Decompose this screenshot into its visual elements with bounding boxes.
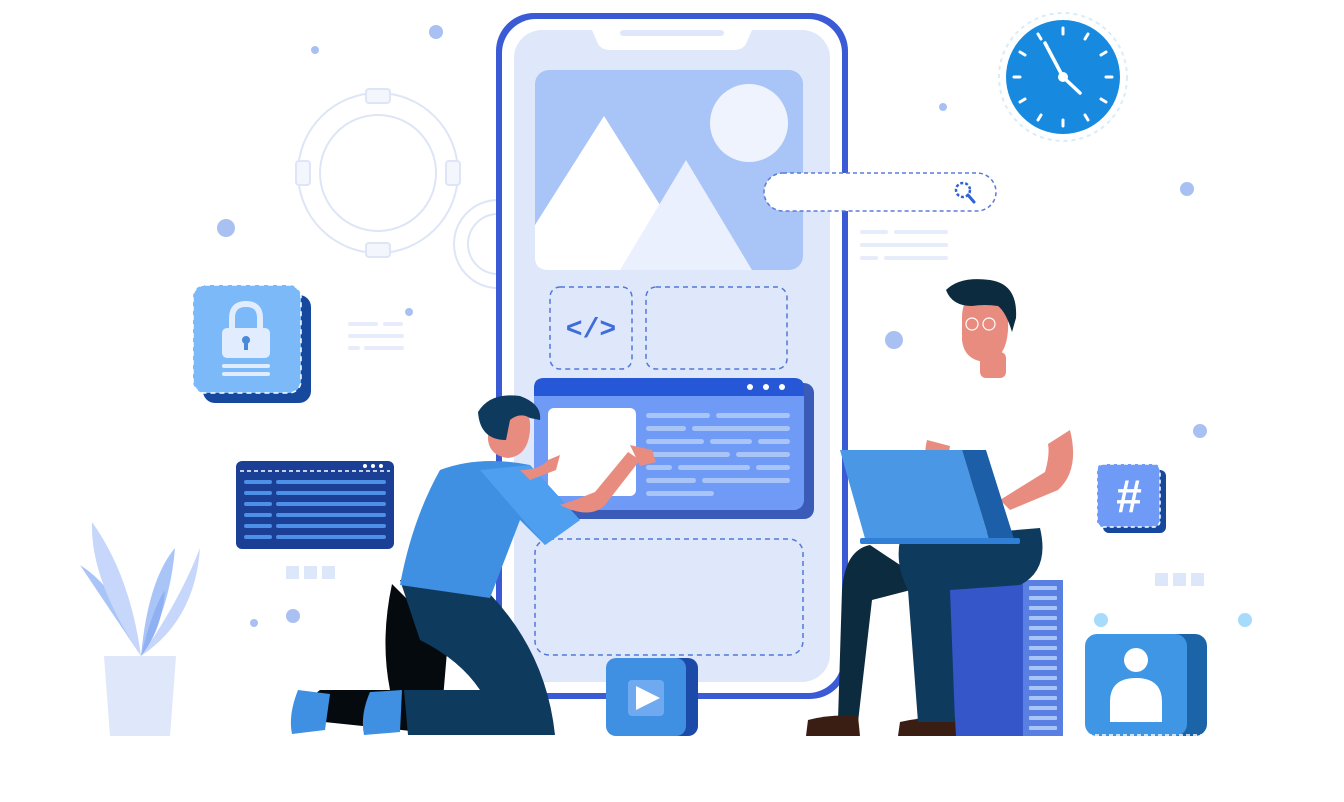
illustration-scene: </> #	[80, 12, 1252, 736]
browser-window-card	[534, 378, 814, 519]
search-bar	[763, 172, 997, 212]
phone-mockup: </>	[496, 13, 848, 699]
code-tag-label: </>	[566, 315, 616, 346]
plant-icon	[80, 522, 200, 736]
play-icon[interactable]	[606, 658, 698, 736]
hashtag-icon: #	[1096, 463, 1166, 533]
image-placeholder	[535, 70, 803, 270]
clock-icon	[998, 12, 1128, 142]
hashtag-label: #	[1116, 470, 1142, 522]
code-editor-card	[236, 461, 394, 549]
lock-icon	[192, 284, 311, 403]
user-icon	[1085, 634, 1207, 736]
